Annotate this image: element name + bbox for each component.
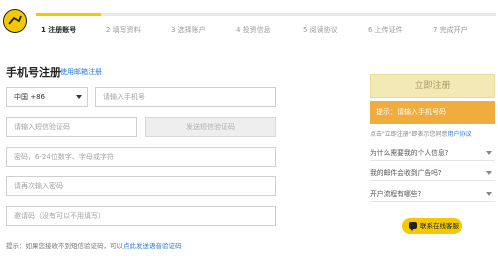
progress-fill xyxy=(36,13,101,16)
chevron-down-icon xyxy=(486,151,492,155)
country-value: 中国 +86 xyxy=(14,93,45,101)
country-select[interactable]: 中国 +86 xyxy=(6,87,88,107)
faq-label: 我的邮件会收到广告吗? xyxy=(370,169,442,177)
voice-code-tip: 提示：如果您接收不到短信验证码，可以点此发送语音验证码 xyxy=(6,240,182,250)
password-confirm-input[interactable]: 请再次输入密码 xyxy=(6,176,276,196)
voice-code-link[interactable]: 点此发送语音验证码 xyxy=(123,242,182,250)
faq-item-process[interactable]: 开户流程有哪些? xyxy=(370,186,495,202)
agreement-label: 点击"立即注册"即表示您同意 xyxy=(370,131,448,138)
online-service-button[interactable]: 联系在线客服 xyxy=(402,218,462,234)
email-register-link[interactable]: 使用邮箱注册 xyxy=(60,67,102,77)
step-5: 5 阅读协议 xyxy=(303,26,338,34)
faq-item-ads[interactable]: 我的邮件会收到广告吗? xyxy=(370,165,495,181)
sms-code-input[interactable]: 请输入短信验证码 xyxy=(6,117,137,137)
alert-message: 提示：请输入手机号码 xyxy=(370,101,495,124)
faq-label: 为什么需要我的个人信息? xyxy=(370,149,449,157)
tip-text: 提示：如果您接收不到短信验证码，可以 xyxy=(6,242,123,250)
progress-steps: 1 注册账号 2 填写资料 3 选择账户 4 投资信息 5 阅读协议 6 上传证… xyxy=(36,13,496,35)
password-placeholder: 密码，6-24位数字、字母或字符 xyxy=(14,153,114,161)
progress-track xyxy=(36,13,496,16)
send-code-button[interactable]: 发送短信验证码 xyxy=(145,117,276,137)
step-4: 4 投资信息 xyxy=(236,26,271,34)
sms-code-placeholder: 请输入短信验证码 xyxy=(14,123,70,131)
chat-icon xyxy=(409,222,417,231)
logo-icon xyxy=(8,15,22,25)
logo xyxy=(3,9,27,33)
register-button[interactable]: 立即注册 xyxy=(370,74,495,98)
page-title: 手机号注册 xyxy=(6,66,61,79)
step-1: 1 注册账号 xyxy=(41,26,77,34)
faq-label: 开户流程有哪些? xyxy=(370,190,422,198)
chevron-down-icon xyxy=(486,171,492,175)
phone-input[interactable]: 请输入手机号 xyxy=(95,87,276,107)
invite-code-input[interactable]: 邀请码（没有可以不用填写） xyxy=(6,206,276,226)
service-label: 联系在线客服 xyxy=(420,222,459,230)
step-2: 2 填写资料 xyxy=(106,26,141,34)
chevron-down-icon xyxy=(486,192,492,196)
password-confirm-placeholder: 请再次输入密码 xyxy=(14,182,63,190)
step-6: 6 上传证件 xyxy=(368,26,403,34)
agreement-text: 点击"立即注册"即表示您同意用户协议 xyxy=(370,129,472,138)
step-3: 3 选择账户 xyxy=(171,26,206,34)
chevron-down-icon xyxy=(76,95,82,99)
user-agreement-link[interactable]: 用户协议 xyxy=(448,131,472,138)
step-7: 7 完成开户 xyxy=(433,26,468,34)
password-input[interactable]: 密码，6-24位数字、字母或字符 xyxy=(6,147,276,167)
invite-code-placeholder: 邀请码（没有可以不用填写） xyxy=(14,212,105,220)
phone-placeholder: 请输入手机号 xyxy=(103,93,145,101)
faq-item-personal-info[interactable]: 为什么需要我的个人信息? xyxy=(370,145,495,161)
